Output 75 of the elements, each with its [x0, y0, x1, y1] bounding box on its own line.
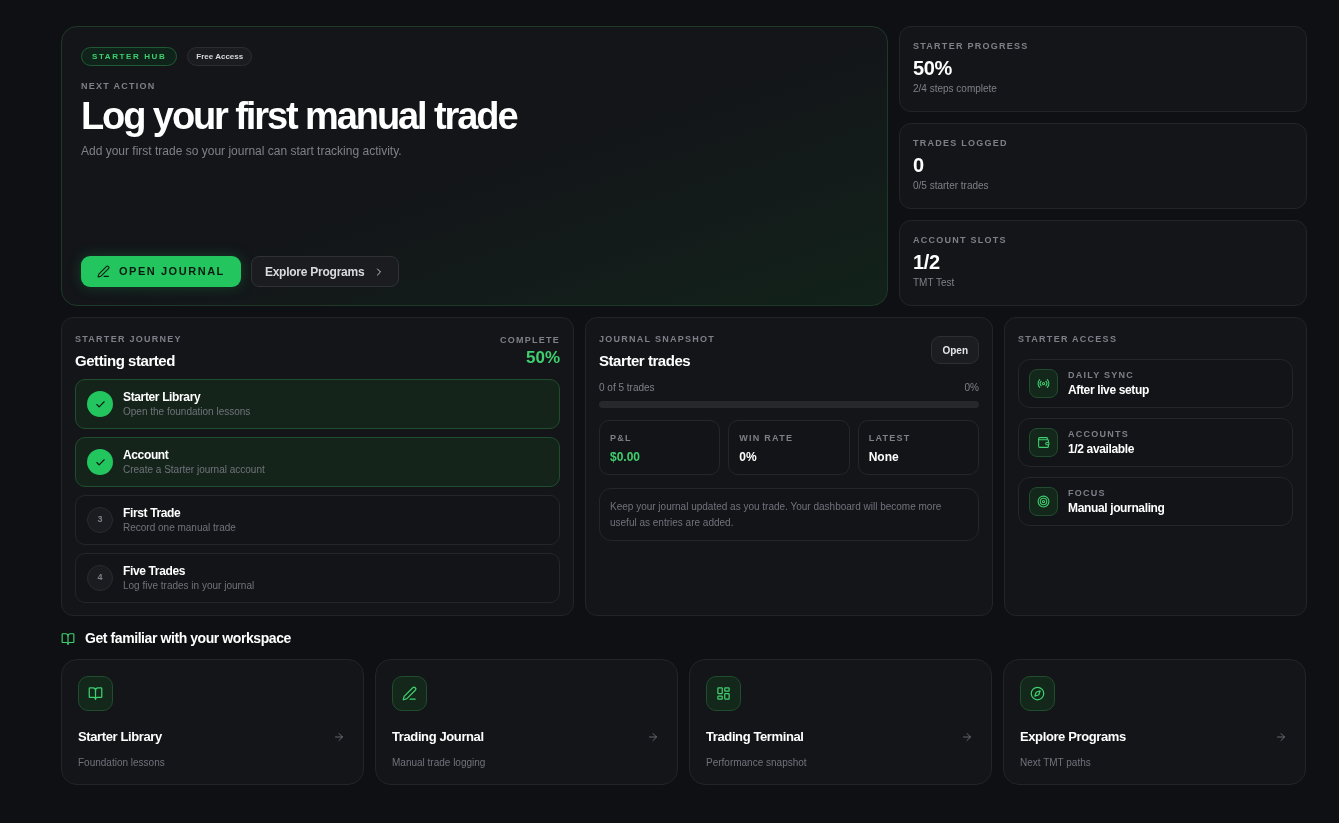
explore-programs-button[interactable]: Explore Programs	[250, 256, 400, 287]
access-value: After live setup	[1068, 383, 1149, 398]
eyebrow-label: STARTER ACCESS	[1018, 333, 1119, 345]
arrow-right-icon	[961, 731, 973, 743]
metric-value: $0.00	[610, 450, 642, 465]
broadcast-icon	[1029, 369, 1058, 398]
workspace-card-title: Explore Programs	[1020, 729, 1126, 745]
workspace-card[interactable]: Starter Library Foundation lessons	[61, 659, 364, 785]
stat-value: 0	[913, 153, 925, 177]
card-title: Getting started	[75, 352, 176, 370]
workspace-card[interactable]: Explore Programs Next TMT paths	[1003, 659, 1306, 785]
metric-label: WIN RATE	[739, 432, 795, 444]
progress-reading: 0%	[964, 381, 979, 394]
eyebrow-label: STARTER JOURNEY	[75, 333, 182, 345]
progress-label: 0 of 5 trades	[599, 381, 655, 394]
step-description: Create a Starter journal account	[123, 463, 265, 476]
hero-subtitle: Add your first trade so your journal can start tracking activity.	[81, 143, 403, 159]
section-title: Get familiar with your workspace	[85, 630, 291, 647]
stat-detail: 0/5 starter trades	[913, 179, 990, 192]
arrow-right-icon	[647, 731, 659, 743]
stat-label: ACCOUNT SLOTS	[913, 234, 1008, 246]
wallet-icon	[1029, 428, 1058, 457]
step-description: Open the foundation lessons	[123, 405, 251, 418]
workspace-card-title: Trading Terminal	[706, 729, 804, 745]
arrow-right-icon	[333, 731, 345, 743]
metric-label: LATEST	[868, 432, 912, 444]
complete-percentage: 50%	[525, 348, 560, 368]
dashboard-grid-icon	[706, 676, 741, 711]
step-number: 3	[87, 507, 113, 533]
note-text: Keep your journal updated as you trade. Your dashboard will become more useful as entries are added.	[610, 499, 943, 530]
open-book-icon	[78, 676, 113, 711]
target-icon	[1029, 487, 1058, 516]
workspace-card[interactable]: Trading Journal Manual trade logging	[375, 659, 678, 785]
metric-value: 0%	[739, 450, 758, 465]
compass-icon	[1020, 676, 1055, 711]
metric-value: None	[868, 450, 900, 465]
tag-pill: STARTER HUB	[81, 47, 178, 66]
stat-label: TRADES LOGGED	[913, 137, 1009, 149]
open-book-icon	[61, 631, 75, 646]
pen-icon	[392, 676, 427, 711]
workspace-card-title: Starter Library	[78, 729, 162, 745]
stat-detail: TMT Test	[913, 276, 956, 289]
access-label: FOCUS	[1068, 487, 1107, 499]
step-description: Log five trades in your journal	[123, 579, 255, 592]
eyebrow-label: JOURNAL SNAPSHOT	[599, 333, 715, 345]
step-title: First Trade	[123, 506, 182, 521]
pen-icon	[97, 265, 110, 278]
stat-value: 50%	[913, 56, 953, 80]
arrow-right-icon	[1275, 731, 1287, 743]
hero-title: Log your first manual trade	[81, 96, 519, 136]
metric-label: P&L	[610, 432, 633, 444]
open-button[interactable]: Open	[931, 336, 979, 364]
workspace-card[interactable]: Trading Terminal Performance snapshot	[689, 659, 992, 785]
step-title: Account	[123, 448, 170, 463]
step-number: 4	[87, 565, 113, 591]
step-description: Record one manual trade	[123, 521, 236, 534]
card-title: Starter trades	[599, 352, 692, 370]
complete-label: COMPLETE	[499, 334, 560, 346]
access-label: ACCOUNTS	[1068, 428, 1131, 440]
stat-detail: 2/4 steps complete	[913, 82, 998, 95]
stat-label: STARTER PROGRESS	[913, 40, 1030, 52]
access-label: DAILY SYNC	[1068, 369, 1136, 381]
access-value: Manual journaling	[1068, 501, 1165, 516]
eyebrow-label: NEXT ACTION	[81, 80, 157, 92]
workspace-card-subtitle: Performance snapshot	[706, 756, 808, 769]
stat-value: 1/2	[913, 250, 941, 274]
open-journal-button[interactable]: OPEN JOURNAL	[81, 256, 241, 287]
access-value: 1/2 available	[1068, 442, 1135, 457]
workspace-card-subtitle: Manual trade logging	[392, 756, 487, 769]
step-title: Five Trades	[123, 564, 187, 579]
step-title: Starter Library	[123, 390, 202, 405]
workspace-card-title: Trading Journal	[392, 729, 484, 745]
workspace-card-subtitle: Next TMT paths	[1020, 756, 1092, 769]
workspace-card-subtitle: Foundation lessons	[78, 756, 166, 769]
tag-pill: Free Access	[187, 47, 253, 66]
